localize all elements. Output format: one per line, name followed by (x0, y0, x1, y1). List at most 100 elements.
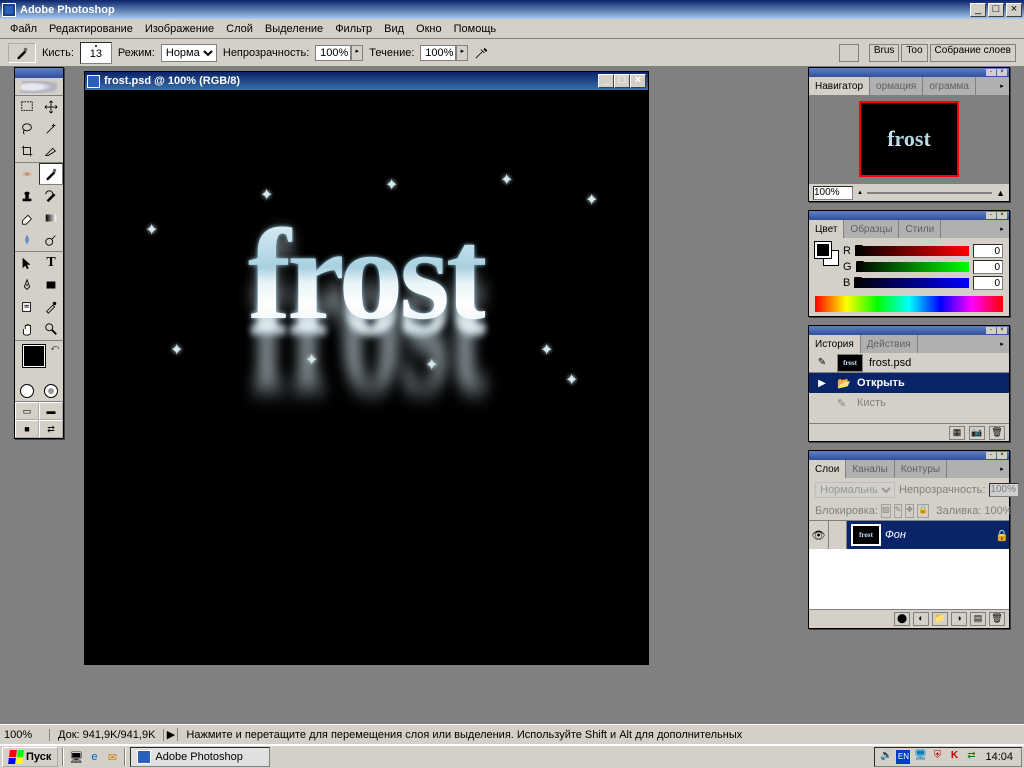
panel-close[interactable]: × (997, 69, 1007, 76)
taskbar-app-photoshop[interactable]: Adobe Photoshop (130, 747, 270, 767)
color-swatch[interactable] (815, 242, 839, 266)
menu-view[interactable]: Вид (378, 21, 410, 37)
eyedropper-tool[interactable] (39, 296, 63, 318)
menu-filter[interactable]: Фильтр (329, 21, 378, 37)
gradient-tool[interactable] (39, 207, 63, 229)
delete-layer-icon[interactable]: 🗑 (989, 612, 1005, 626)
delete-state-icon[interactable]: 🗑 (989, 426, 1005, 440)
eraser-tool[interactable] (15, 207, 39, 229)
quickmask-mode[interactable] (39, 381, 63, 401)
panel-minimize[interactable]: - (986, 452, 996, 459)
foreground-color[interactable] (23, 345, 45, 367)
panel-menu[interactable]: ▸ (995, 220, 1009, 238)
document-titlebar[interactable]: frost.psd @ 100% (RGB/8) _ □ × (85, 72, 648, 90)
lock-all-icon[interactable]: 🔒 (917, 504, 929, 518)
menu-window[interactable]: Окно (410, 21, 448, 37)
maximize-button[interactable]: □ (988, 3, 1004, 17)
layer-fill[interactable]: 100% (984, 505, 1012, 517)
zoom-tool[interactable] (39, 318, 63, 340)
panel-menu[interactable]: ▸ (995, 460, 1009, 478)
doc-maximize[interactable]: □ (614, 74, 630, 88)
taskbar-clock[interactable]: 14:04 (981, 751, 1017, 763)
menu-select[interactable]: Выделение (259, 21, 329, 37)
green-input[interactable] (973, 260, 1003, 274)
shape-tool[interactable] (39, 274, 63, 296)
doc-close[interactable]: × (630, 74, 646, 88)
lock-image-icon[interactable]: ✎ (894, 504, 903, 518)
healing-tool[interactable] (15, 163, 39, 185)
panel-close[interactable]: × (997, 452, 1007, 459)
tab-histogram[interactable]: ограмма (923, 77, 976, 95)
panel-close[interactable]: × (997, 212, 1007, 219)
tray-display-icon[interactable]: 🖥 (913, 750, 927, 764)
dodge-tool[interactable] (39, 229, 63, 251)
quick-launch-ie-icon[interactable]: e (86, 749, 102, 765)
layer-blend-mode[interactable]: Нормальный (815, 482, 895, 498)
new-set-icon[interactable]: 📁 (932, 612, 948, 626)
status-doc-size[interactable]: Док: 941,9K/941,9K (50, 729, 164, 741)
lock-position-icon[interactable]: ✥ (905, 504, 914, 518)
flow-input[interactable] (420, 45, 456, 61)
quick-launch-outlook-icon[interactable]: ✉ (104, 749, 120, 765)
menu-help[interactable]: Помощь (448, 21, 503, 37)
panel-menu[interactable]: ▸ (995, 77, 1009, 95)
tab-layers[interactable]: Слои (809, 460, 846, 478)
layer-style-icon[interactable]: ⬤ (894, 612, 910, 626)
flow-flyout[interactable]: ▸ (456, 45, 468, 61)
tab-styles[interactable]: Стили (899, 220, 941, 238)
lock-transparency-icon[interactable]: ▨ (881, 504, 891, 518)
canvas[interactable]: frost frost ✦ ✦ ✦ ✦ ✦ ✦ ✦ ✦ ✦ ✦ (85, 90, 648, 664)
status-menu[interactable]: ▶ (164, 728, 178, 741)
tab-history[interactable]: История (809, 335, 861, 353)
layer-mask-icon[interactable]: ◐ (913, 612, 929, 626)
history-brush-tool[interactable] (39, 185, 63, 207)
lasso-tool[interactable] (15, 118, 39, 140)
tab-channels[interactable]: Каналы (846, 460, 895, 478)
tray-k-icon[interactable]: K (947, 750, 961, 764)
opacity-flyout[interactable]: ▸ (351, 45, 363, 61)
navigator-zoom-input[interactable] (813, 186, 853, 200)
panel-minimize[interactable]: - (986, 212, 996, 219)
new-doc-from-state-icon[interactable]: ▦ (949, 426, 965, 440)
toolbox-header[interactable] (15, 68, 63, 78)
tab-actions[interactable]: Действия (861, 335, 918, 353)
swap-colors-icon[interactable]: ⤺ (50, 343, 59, 353)
move-tool[interactable] (39, 96, 63, 118)
new-snapshot-icon[interactable]: 📷 (969, 426, 985, 440)
palette-layer-comps[interactable]: Собрание слоев (930, 44, 1016, 62)
screen-mode-full[interactable]: ■ (15, 420, 39, 438)
zoom-in-icon[interactable]: ▲ (996, 188, 1005, 198)
tab-color[interactable]: Цвет (809, 220, 844, 238)
blur-tool[interactable] (15, 229, 39, 251)
crop-tool[interactable] (15, 140, 39, 162)
tab-paths[interactable]: Контуры (895, 460, 947, 478)
panel-minimize[interactable]: - (986, 69, 996, 76)
hand-tool[interactable] (15, 318, 39, 340)
tray-shield-icon[interactable]: ⛨ (930, 750, 944, 764)
color-spectrum[interactable] (815, 296, 1003, 312)
navigator-zoom-slider[interactable] (867, 192, 992, 194)
menu-layer[interactable]: Слой (220, 21, 259, 37)
blue-slider[interactable] (854, 278, 969, 288)
menu-file[interactable]: Файл (4, 21, 43, 37)
new-layer-icon[interactable]: ▤ (970, 612, 986, 626)
brush-picker[interactable]: 13 (80, 42, 112, 64)
adjustment-layer-icon[interactable]: ◑ (951, 612, 967, 626)
green-slider[interactable] (856, 262, 969, 272)
doc-minimize[interactable]: _ (598, 74, 614, 88)
status-zoom[interactable]: 100% (0, 729, 50, 741)
close-button[interactable]: × (1006, 3, 1022, 17)
zoom-out-icon[interactable]: ▲ (857, 190, 863, 196)
slice-tool[interactable] (39, 140, 63, 162)
menu-image[interactable]: Изображение (139, 21, 220, 37)
color-picker[interactable]: ⤺ (15, 341, 63, 381)
palette-brushes[interactable]: Brus (869, 44, 900, 62)
blend-mode-select[interactable]: Норма (161, 44, 217, 62)
tab-navigator[interactable]: Навигатор (809, 77, 870, 95)
navigator-thumbnail[interactable]: frost (859, 101, 959, 177)
stamp-tool[interactable] (15, 185, 39, 207)
layer-opacity[interactable]: 100% (989, 483, 1019, 497)
tool-preset-picker[interactable] (8, 43, 36, 63)
notes-tool[interactable] (15, 296, 39, 318)
tray-network-icon[interactable]: ⇄ (964, 750, 978, 764)
